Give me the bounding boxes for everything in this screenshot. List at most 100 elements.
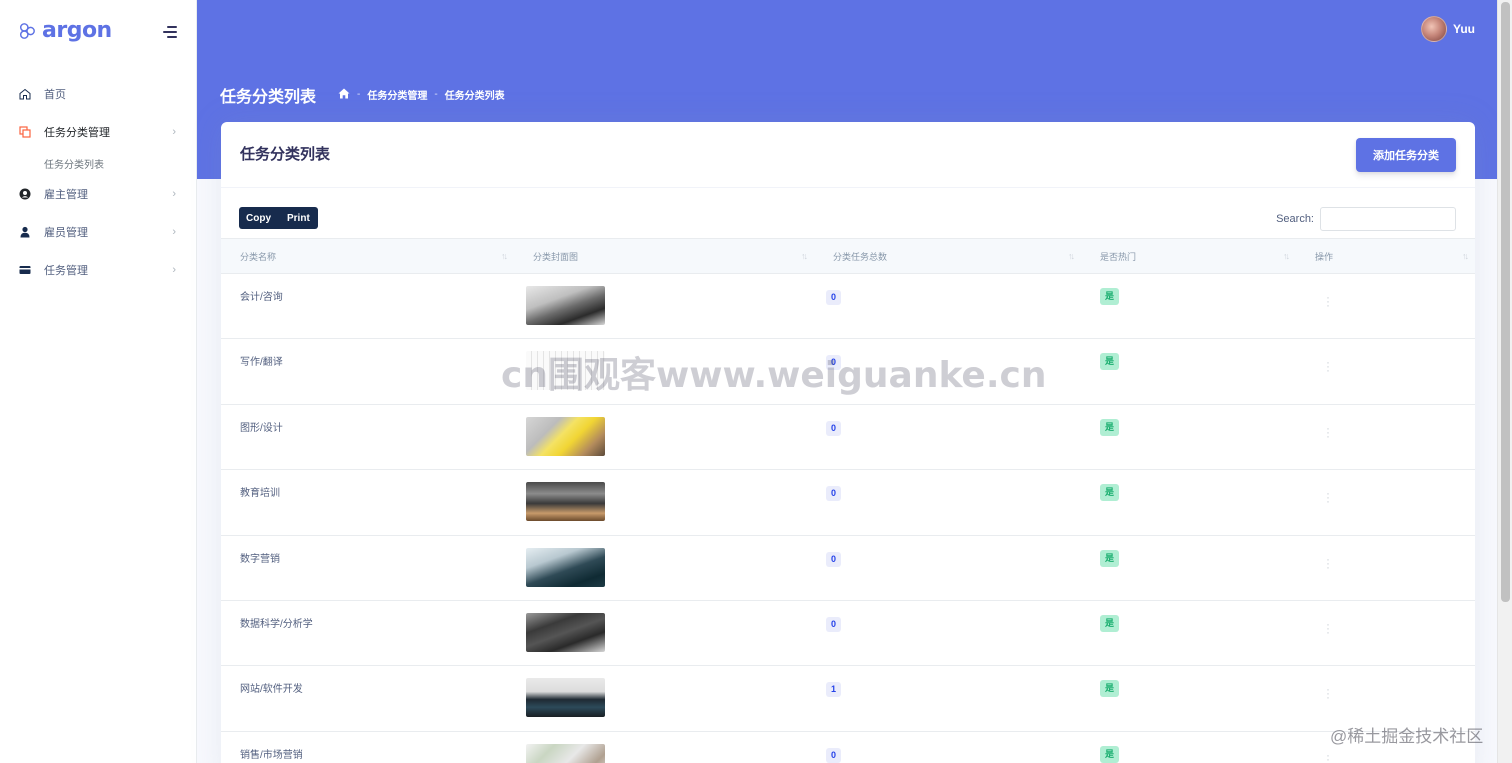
code-screen-photo bbox=[526, 678, 605, 718]
sort-icon: ↑↓ bbox=[1283, 251, 1290, 261]
more-actions-icon[interactable]: · · · bbox=[1325, 749, 1331, 763]
chevron-right-icon: › bbox=[172, 126, 176, 138]
chevron-right-icon: › bbox=[172, 188, 176, 200]
more-actions-icon[interactable]: · · · bbox=[1325, 422, 1331, 442]
chevron-right-icon: › bbox=[172, 264, 176, 276]
sidebar-item-task-management[interactable]: 任务管理 › bbox=[0, 251, 196, 289]
sidebar-nav: 首页 任务分类管理 › 任务分类列表 雇主管理 › 雇员管理 › 任务管理 › bbox=[0, 75, 196, 289]
table-row: 网站/软件开发 1 是 · · · bbox=[221, 666, 1475, 732]
column-header-name[interactable]: 分类名称 ↑↓ bbox=[221, 238, 514, 274]
more-actions-icon[interactable]: · · · bbox=[1325, 618, 1331, 638]
sidebar-item-label: 雇主管理 bbox=[44, 189, 88, 201]
task-count-badge: 0 bbox=[826, 290, 841, 305]
card-icon bbox=[18, 264, 31, 277]
category-name: 数据科学/分析学 bbox=[240, 618, 313, 630]
table-row: 数据科学/分析学 0 是 · · · bbox=[221, 600, 1475, 666]
desk-items-photo bbox=[526, 743, 605, 763]
sidebar: argon 首页 任务分类管理 › 任务分类列表 雇主管理 › 雇员管理 › 任… bbox=[0, 0, 197, 763]
hot-badge: 是 bbox=[1100, 353, 1120, 371]
task-count-badge: 0 bbox=[826, 486, 841, 502]
column-header-actions[interactable]: 操作 ↑↓ bbox=[1296, 238, 1475, 274]
hot-badge: 是 bbox=[1100, 418, 1120, 436]
sidebar-item-label: 任务管理 bbox=[44, 265, 88, 277]
breadcrumb-item: 任务分类列表 bbox=[444, 91, 505, 102]
more-actions-icon[interactable]: · · · bbox=[1325, 487, 1331, 507]
table-row: 数字营销 0 是 · · · bbox=[221, 535, 1475, 601]
table-row: 会计/咨询 0 是 · · · bbox=[221, 274, 1475, 339]
column-header-count[interactable]: 分类任务总数 ↑↓ bbox=[814, 238, 1081, 274]
task-count-badge: 0 bbox=[826, 551, 841, 567]
sidenav-toggle-icon[interactable] bbox=[163, 26, 177, 38]
category-name: 教育培训 bbox=[240, 488, 280, 500]
hot-badge: 是 bbox=[1100, 614, 1120, 632]
breadcrumb-separator: - bbox=[434, 89, 438, 100]
more-actions-icon[interactable]: · · · bbox=[1325, 553, 1331, 573]
table-row: 图形/设计 0 是 · · · bbox=[221, 404, 1475, 470]
category-name: 写作/翻译 bbox=[240, 357, 283, 369]
category-list-card: 任务分类列表 添加任务分类 Copy Print Search: 分类名称 ↑↓ … bbox=[221, 122, 1475, 763]
print-button[interactable]: Print bbox=[279, 207, 318, 229]
sidebar-item-label: 任务分类管理 bbox=[44, 127, 110, 139]
brand[interactable]: argon bbox=[18, 18, 112, 43]
sidebar-item-home[interactable]: 首页 bbox=[0, 75, 196, 113]
laptop-typing-photo bbox=[526, 547, 605, 587]
user-circle-icon bbox=[18, 188, 31, 201]
task-count-badge: 0 bbox=[826, 355, 841, 371]
task-count-badge: 0 bbox=[826, 747, 841, 763]
sidebar-item-employee-management[interactable]: 雇员管理 › bbox=[0, 213, 196, 251]
copy-icon bbox=[18, 126, 31, 139]
user-icon bbox=[18, 226, 31, 239]
breadcrumb-item[interactable]: 任务分类管理 bbox=[367, 87, 427, 102]
more-actions-icon[interactable]: · · · bbox=[1325, 291, 1331, 311]
search-box: Search: bbox=[1276, 207, 1456, 231]
scrollbar-thumb[interactable] bbox=[1501, 2, 1510, 602]
add-category-button[interactable]: 添加任务分类 bbox=[1356, 138, 1456, 172]
page-title: 任务分类列表 bbox=[220, 89, 317, 106]
task-count-badge: 0 bbox=[826, 420, 841, 436]
user-menu[interactable]: Yuu bbox=[1420, 16, 1475, 42]
more-actions-icon[interactable]: · · · bbox=[1325, 356, 1331, 376]
hot-badge: 是 bbox=[1100, 745, 1120, 763]
sort-icon: ↑↓ bbox=[1068, 251, 1075, 261]
column-header-hot[interactable]: 是否热门 ↑↓ bbox=[1081, 238, 1296, 274]
card-title: 任务分类列表 bbox=[240, 146, 331, 163]
export-toolbar: Copy Print bbox=[239, 207, 318, 229]
home-icon bbox=[18, 88, 31, 101]
keyboard-photo bbox=[526, 351, 605, 391]
task-count-badge: 0 bbox=[826, 616, 841, 632]
category-name: 图形/设计 bbox=[240, 422, 283, 434]
tablet-data-photo bbox=[526, 612, 605, 652]
more-actions-icon[interactable]: · · · bbox=[1325, 683, 1331, 703]
sidebar-item-label: 雇员管理 bbox=[44, 227, 88, 239]
chevron-right-icon: › bbox=[172, 226, 176, 238]
table-row: 教育培训 0 是 · · · bbox=[221, 470, 1475, 536]
home-icon[interactable] bbox=[338, 88, 350, 102]
sidebar-subitem-category-list[interactable]: 任务分类列表 bbox=[0, 151, 196, 175]
design-photo bbox=[526, 416, 605, 456]
sort-icon: ↑↓ bbox=[1462, 251, 1469, 261]
hot-badge: 是 bbox=[1100, 549, 1120, 567]
hot-badge: 是 bbox=[1100, 288, 1120, 305]
page-scrollbar[interactable] bbox=[1497, 0, 1512, 763]
hot-badge: 是 bbox=[1100, 484, 1120, 502]
category-name: 网站/软件开发 bbox=[240, 684, 303, 696]
category-name: 数字营销 bbox=[240, 553, 280, 565]
sidebar-item-employer-management[interactable]: 雇主管理 › bbox=[0, 175, 196, 213]
copy-button[interactable]: Copy bbox=[239, 207, 279, 229]
brand-name: argon bbox=[42, 18, 112, 43]
search-input[interactable] bbox=[1320, 207, 1456, 231]
sidebar-item-category-management[interactable]: 任务分类管理 › bbox=[0, 113, 196, 151]
handshake-photo bbox=[526, 286, 605, 325]
hot-badge: 是 bbox=[1100, 680, 1120, 698]
category-name: 会计/咨询 bbox=[240, 292, 283, 303]
card-header: 任务分类列表 添加任务分类 bbox=[221, 122, 1475, 188]
column-header-cover[interactable]: 分类封面图 ↑↓ bbox=[514, 238, 814, 274]
avatar bbox=[1420, 16, 1447, 42]
table-header-row: 分类名称 ↑↓ 分类封面图 ↑↓ 分类任务总数 ↑↓ 是否热门 ↑↓ 操作 ↑↓ bbox=[221, 238, 1475, 274]
category-name: 销售/市场营销 bbox=[240, 749, 303, 761]
sidebar-item-label: 首页 bbox=[44, 89, 66, 101]
classroom-photo bbox=[526, 482, 605, 522]
task-count-badge: 1 bbox=[826, 682, 841, 698]
table-row: 写作/翻译 0 是 · · · bbox=[221, 339, 1475, 405]
breadcrumb-separator: - bbox=[357, 89, 361, 100]
